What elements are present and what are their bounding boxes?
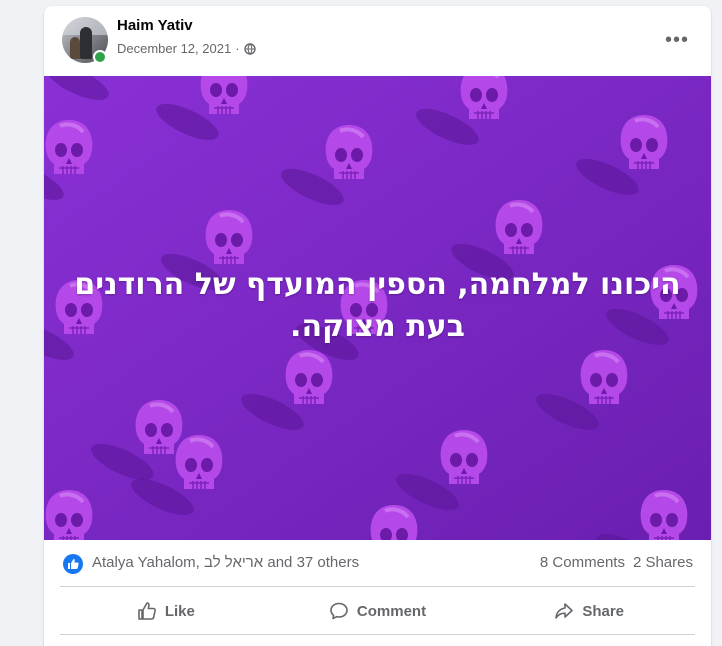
- post-image[interactable]: היכונו למלחמה, הספין המועדף של הרודנים ב…: [44, 76, 711, 540]
- meta-separator: ·: [235, 41, 240, 56]
- post-meta: December 12, 2021 ·: [117, 41, 256, 56]
- more-options-button[interactable]: •••: [659, 22, 695, 58]
- comment-button[interactable]: Comment: [272, 591, 484, 631]
- comments-count[interactable]: 8 Comments: [540, 554, 625, 571]
- divider: [60, 586, 695, 587]
- shares-count[interactable]: 2 Shares: [633, 554, 693, 571]
- online-status-indicator: [93, 50, 107, 64]
- author-name[interactable]: Haim Yativ: [117, 17, 193, 34]
- post-card: Haim Yativ December 12, 2021 · ••• היכונ…: [44, 6, 711, 646]
- engagement-counts: 8 Comments 2 Shares: [540, 554, 693, 571]
- post-image-text: היכונו למלחמה, הספין המועדף של הרודנים ב…: [74, 267, 681, 344]
- like-reaction-icon[interactable]: [63, 554, 83, 574]
- share-icon: [555, 603, 574, 619]
- share-button[interactable]: Share: [483, 591, 695, 631]
- thumbs-up-icon: [138, 602, 156, 620]
- globe-icon[interactable]: [243, 42, 256, 55]
- reactions-bar: Atalya Yahalom, אריאל לב and 37 others 8…: [44, 540, 711, 584]
- divider: [60, 634, 695, 635]
- like-label: Like: [164, 602, 195, 620]
- post-date[interactable]: December 12, 2021: [117, 41, 231, 56]
- reactors-summary[interactable]: Atalya Yahalom, אריאל לב and 37 others: [92, 554, 359, 571]
- like-button[interactable]: Like: [60, 591, 272, 631]
- comment-icon: [330, 602, 348, 620]
- post-header: Haim Yativ December 12, 2021 · •••: [44, 6, 711, 76]
- share-label: Share: [582, 602, 625, 620]
- comment-label: Comment: [356, 602, 427, 620]
- post-actions: Like Comment Share: [60, 591, 695, 631]
- more-horizontal-icon: •••: [664, 28, 689, 51]
